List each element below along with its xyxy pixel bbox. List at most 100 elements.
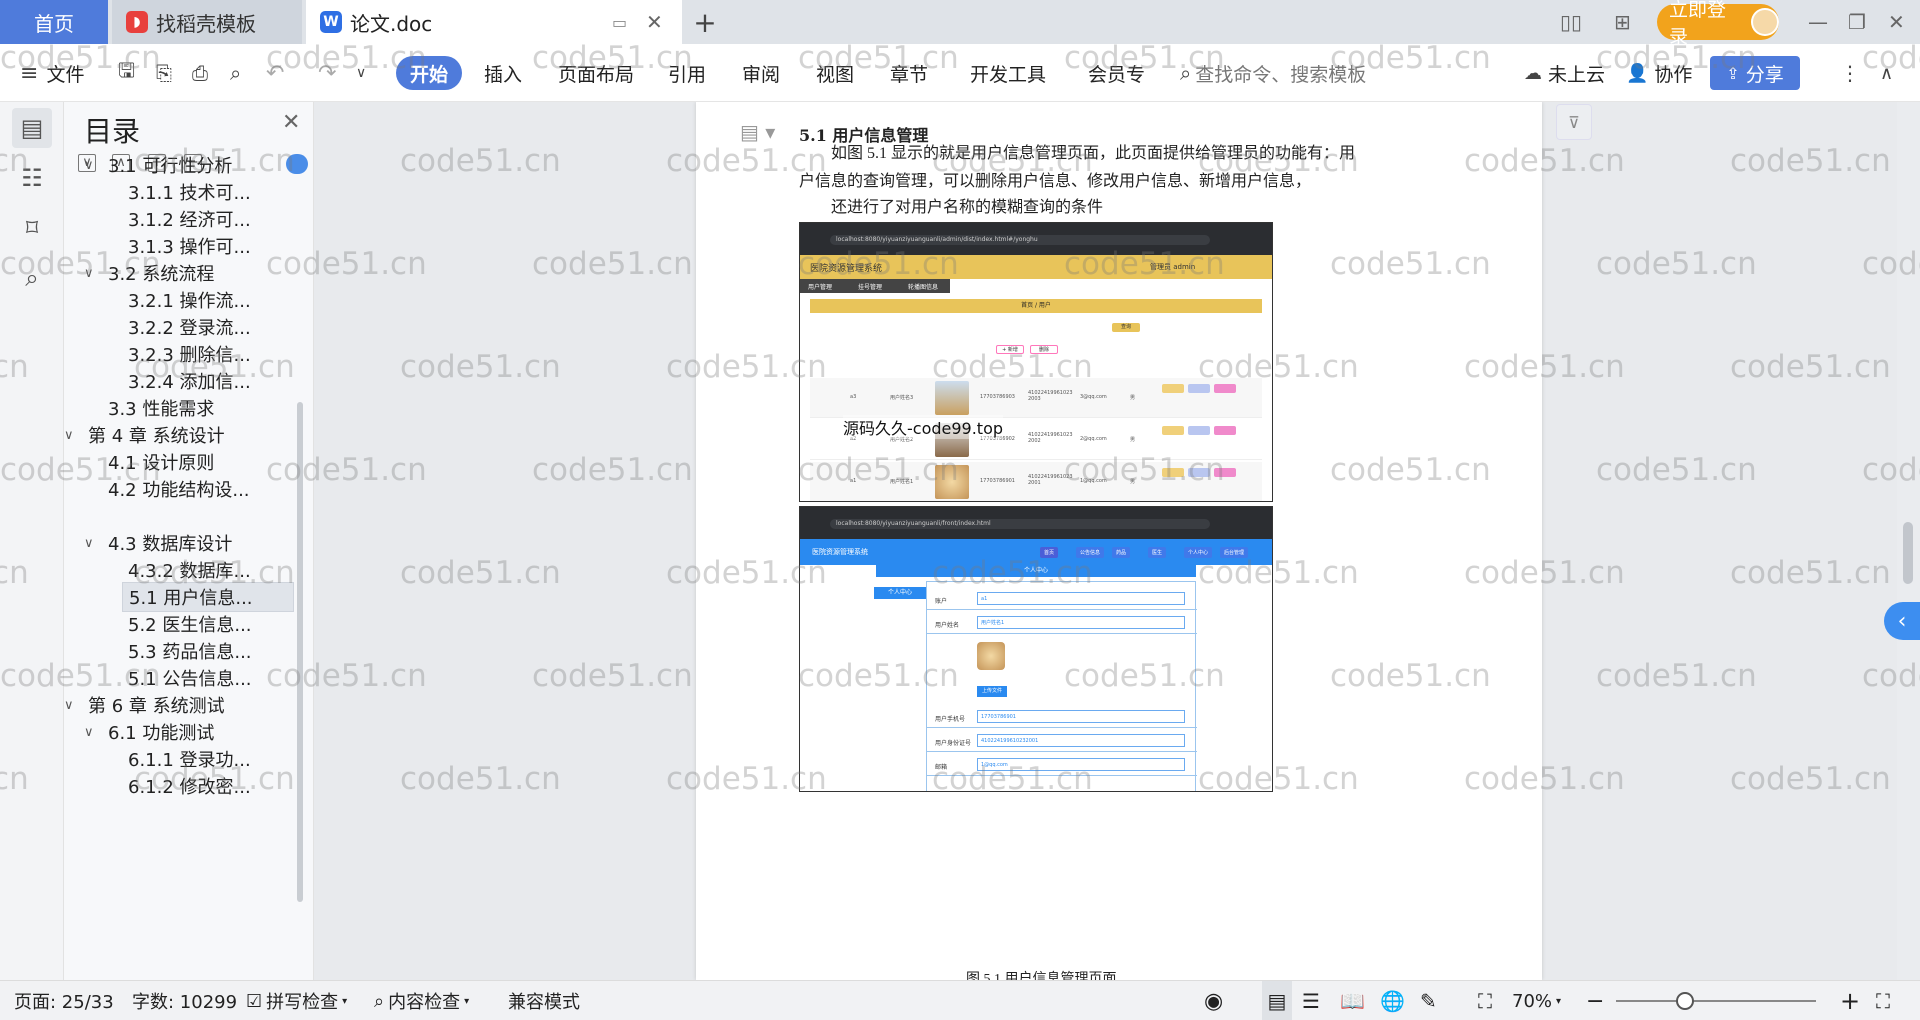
cloud-status[interactable]: ☁ 未上云 [1524,44,1605,102]
paragraph-menu-icon[interactable]: ▤ ▾ [740,120,775,144]
tab-chapter[interactable]: 章节 [890,44,928,102]
page-indicator[interactable]: 页面: 25/33 [14,981,114,1020]
collapse-ribbon-icon[interactable]: ∧ [1880,44,1893,102]
toc-item[interactable]: 5.2 医生信息... [122,609,294,639]
zoom-slider[interactable] [1616,1000,1816,1002]
page-view-icon[interactable]: ▤ [1262,981,1292,1020]
close-icon[interactable]: ✕ [282,110,300,135]
new-tab-button[interactable]: + [690,0,720,44]
toc-panel-icon[interactable]: ▤ [12,108,52,148]
toc-item[interactable]: 4.2 功能结构设... [102,474,294,504]
document-page[interactable]: ▤ ▾ 5.1 用户信息管理 如图 5.1 显示的就是用户信息管理页面，此页面提… [696,102,1542,980]
toc-item[interactable]: 3.3 性能需求 [102,393,294,423]
row-delete-button [1214,384,1236,393]
toc-item[interactable]: ∨ 第 4 章 系统设计 [64,420,294,450]
tab-home[interactable]: 首页 [0,0,108,44]
export-icon[interactable]: ⎘ [156,44,172,102]
toc-item[interactable]: 4.3.2 数据库... [122,555,294,585]
tab-review[interactable]: 审阅 [742,44,780,102]
chevron-down-icon[interactable]: ∨ [84,158,94,173]
undo-icon[interactable]: ↶ [266,44,284,102]
toc-item[interactable]: 5.1 公告信息... [122,663,294,693]
redo-icon[interactable]: ↷ [318,44,336,102]
file-menu[interactable]: ≡ 文件 [20,44,84,102]
toc-item[interactable]: 5.3 药品信息... [122,636,294,666]
toc-item[interactable]: 3.2.1 操作流... [122,285,294,315]
zoom-slider-handle[interactable] [1676,992,1694,1010]
toc-item[interactable]: 5.1 用户信息... [122,582,294,612]
minimize-icon[interactable]: — [1808,10,1828,34]
toc-item[interactable] [102,501,294,531]
toc-item[interactable]: ∨ 6.1 功能测试 [84,717,294,747]
find-icon[interactable]: ⌕ [12,258,52,298]
outline-view-icon[interactable]: ☰ [1302,981,1320,1020]
chevron-down-icon[interactable]: ∨ [84,266,94,281]
tab-dev-tools[interactable]: 开发工具 [970,44,1046,102]
chevron-down-icon[interactable]: ∨ [64,428,74,443]
toc-item[interactable]: 4.1 设计原则 [102,447,294,477]
toc-item[interactable]: 3.1.1 技术可... [122,177,294,207]
close-tab-icon[interactable]: ✕ [646,10,663,34]
web-view-icon[interactable]: 🌐 [1380,981,1405,1020]
toc-item[interactable]: 3.2.2 登录流... [122,312,294,342]
login-button[interactable]: 立即登录 [1657,0,1779,48]
toc-item[interactable]: 6.1.2 修改密... [122,771,294,801]
toc-item[interactable]: 3.1.3 操作可... [122,231,294,261]
toc-item[interactable]: 6.1.1 登录功... [122,744,294,774]
tab-document[interactable]: W 论文.doc ▭ ✕ [306,0,682,44]
toc-item[interactable]: ∨ 4.3 数据库设计 [84,528,294,558]
toc-item[interactable]: ∨ 3.1 可行性分析 [84,150,294,180]
dropdown-icon: ▾ [1556,995,1562,1007]
chevron-down-icon[interactable]: ∨ [84,725,94,740]
preview-icon[interactable]: ⌕ [230,44,241,102]
command-search[interactable]: ⌕ 查找命令、搜索模板 [1180,44,1366,102]
spell-check-button[interactable]: ☑ 拼写检查 ▾ [246,981,347,1020]
fit-page-icon[interactable]: ⛶ [1478,981,1492,1020]
tab-docer-templates[interactable]: ◗ 找稻壳模板 [112,0,302,44]
restore-icon[interactable]: ❐ [1848,10,1866,34]
zoom-out-icon[interactable]: − [1586,981,1604,1020]
more-chevron-icon[interactable]: ∨ [356,44,366,102]
read-view-icon[interactable]: 📖 [1340,981,1365,1020]
layout-icon[interactable]: ▯▯ [1560,10,1582,34]
tab-insert[interactable]: 插入 [484,44,522,102]
admin-nav-users: 用户管理 [808,284,833,291]
toc-scrollbar[interactable] [297,402,303,902]
tab-layout[interactable]: 页面布局 [558,44,634,102]
monitor-icon[interactable]: ▭ [612,13,627,32]
zoom-level[interactable]: 70% ▾ [1512,981,1561,1020]
side-panel-toggle[interactable]: ‹ [1884,602,1920,640]
structure-icon[interactable]: ☷ [12,158,52,198]
apps-grid-icon[interactable]: ⊞ [1614,10,1631,34]
toc-item[interactable]: ∨ 3.2 系统流程 [84,258,294,288]
tab-member[interactable]: 会员专 [1088,44,1145,102]
share-button[interactable]: ⇪ 分享 [1710,56,1800,90]
content-check-button[interactable]: ⌕ 内容检查 ▾ [374,981,469,1020]
scrollbar-thumb[interactable] [1903,522,1913,584]
tab-view[interactable]: 视图 [816,44,854,102]
toc-item[interactable]: ∨ 第 6 章 系统测试 [64,690,294,720]
eye-protect-icon[interactable]: ◉ [1204,981,1223,1020]
row-edit-button [1188,468,1210,477]
close-window-icon[interactable]: ✕ [1888,10,1905,34]
more-options-icon[interactable]: ⋮ [1840,44,1860,102]
field-label: 用户身份证号 [935,740,972,747]
print-icon[interactable]: ⎙ [192,44,208,102]
toc-item[interactable]: 3.1.2 经济可... [122,204,294,234]
save-icon[interactable]: 🖫 [118,44,135,102]
toc-item[interactable]: 3.2.3 删除信... [122,339,294,369]
tab-start[interactable]: 开始 [396,56,462,90]
toc-item-label: 4.2 功能结构设... [108,480,250,501]
tab-reference[interactable]: 引用 [668,44,706,102]
collab-button[interactable]: 👤 协作 [1626,44,1692,102]
chevron-down-icon[interactable]: ∨ [84,536,94,551]
pen-icon[interactable]: ✎ [1420,981,1437,1020]
chevron-down-icon[interactable]: ∨ [64,698,74,713]
filter-panel-icon[interactable]: ⊽ [1556,104,1592,140]
toc-item[interactable]: 3.2.4 添加信... [122,366,294,396]
fullscreen-icon[interactable]: ⛶ [1876,981,1890,1020]
word-count[interactable]: 字数: 10299 [132,981,237,1020]
vertical-scrollbar[interactable] [1897,102,1920,980]
zoom-in-icon[interactable]: + [1840,981,1860,1020]
bookmark-icon[interactable]: ⌑ [12,208,52,248]
